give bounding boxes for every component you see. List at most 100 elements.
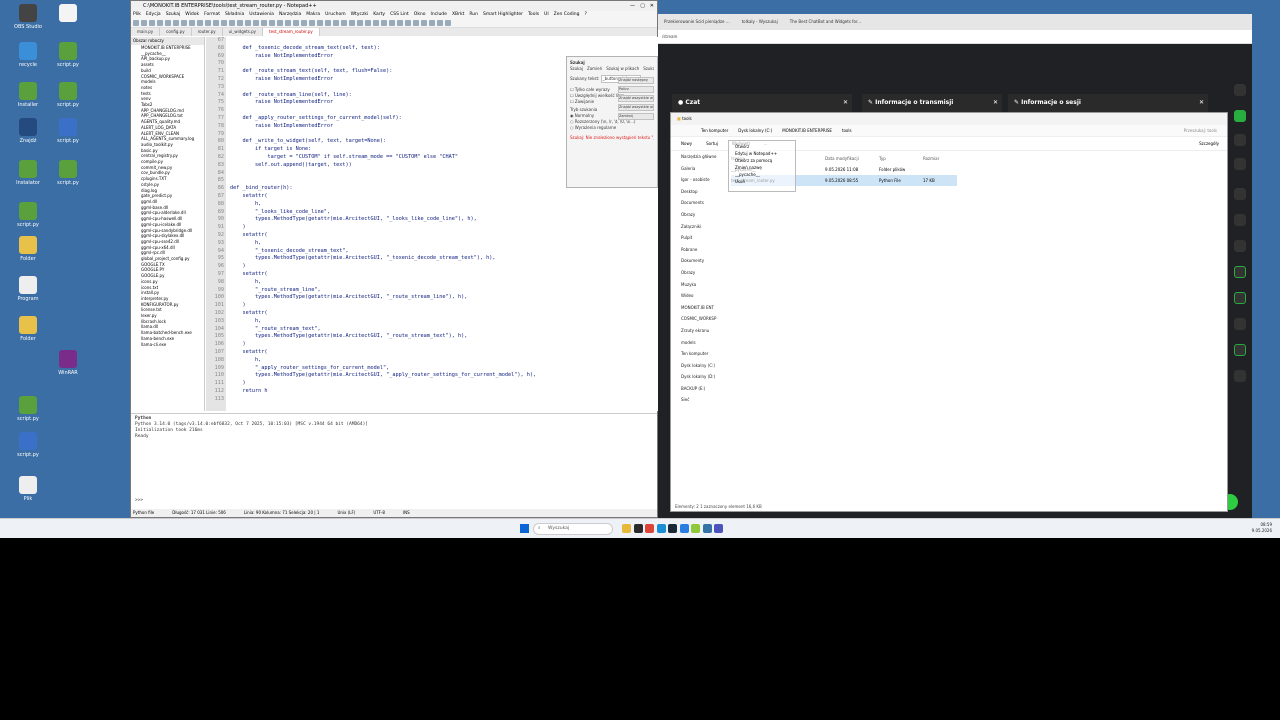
desktop-icon[interactable]: Program (8, 276, 48, 302)
nav-item[interactable]: Sieć (681, 394, 727, 406)
details-button[interactable]: Szczegóły (1199, 137, 1219, 150)
desktop-icon[interactable]: script.py (8, 396, 48, 422)
menu-item[interactable]: Widok (185, 12, 199, 17)
menu-item[interactable]: Okno (414, 12, 426, 17)
toolbar-button-icon[interactable] (309, 20, 315, 26)
desktop-icon[interactable]: OBS Studio (8, 4, 48, 30)
dialog-button[interactable]: Znajdź wszystkie w bieżącym dokumencie (618, 95, 654, 102)
toolbar-button-icon[interactable] (317, 20, 323, 26)
maximize-icon[interactable]: ▢ (640, 1, 645, 11)
python-icon[interactable] (702, 524, 712, 533)
toolbar-button-icon[interactable] (141, 20, 147, 26)
desktop-icon[interactable]: Folder (8, 236, 48, 262)
context-menu-item[interactable]: Edytuj w Notepad++ (735, 150, 789, 157)
info-icon[interactable] (1234, 84, 1246, 96)
toolbar-button-icon[interactable] (405, 20, 411, 26)
desktop-icon[interactable]: recycle (8, 42, 48, 68)
menu-item[interactable]: UI (544, 12, 549, 17)
store-icon[interactable] (679, 524, 689, 533)
menu-item[interactable]: Karty (373, 12, 385, 17)
column-header[interactable]: Typ (879, 153, 923, 164)
dialog-button[interactable]: Znajdź wszystkie we wszystkich otwartych… (618, 104, 654, 111)
browser-tab[interactable]: The Best ChatBot and Widgets for... (784, 14, 867, 30)
desktop-icon[interactable]: script.py (48, 160, 88, 186)
find-dialog[interactable]: Szukaj Szukaj Zamień Szukaj w plikach Szuka… (566, 56, 658, 188)
desktop-icon[interactable] (48, 4, 88, 24)
code-icon[interactable] (1234, 292, 1246, 304)
nav-item[interactable]: Dokumenty (681, 255, 727, 267)
dialog-tab[interactable]: Szukaj w plikach (606, 66, 639, 71)
npp-title-bar[interactable]: C:\MONOKIT.IB ENTERPRISE\tools\test_stre… (131, 1, 657, 11)
dialog-tab[interactable]: Zamień (587, 66, 602, 71)
menu-item[interactable]: Szukaj (166, 12, 181, 17)
nav-item[interactable]: Załączniki (681, 221, 727, 233)
chrome-icon[interactable] (645, 524, 654, 533)
menu-item[interactable]: Uruchom (325, 12, 345, 17)
nav-item[interactable]: Obrazy (681, 267, 727, 279)
nav-item[interactable]: Dysk lokalny (C:) (681, 360, 727, 372)
context-menu-item[interactable]: __pycache__ (735, 171, 789, 178)
browser-tab[interactable] (867, 14, 879, 30)
toolbar-button-icon[interactable] (381, 20, 387, 26)
nav-item[interactable]: Wideo (681, 290, 727, 302)
menu-item[interactable]: Run (469, 12, 478, 17)
breadcrumb-item[interactable]: Dysk lokalny (C:) (738, 125, 772, 136)
column-header[interactable]: Rozmiar (923, 153, 953, 164)
toolbar-button-icon[interactable] (189, 20, 195, 26)
toolbar-button-icon[interactable] (293, 20, 299, 26)
dialog-tab[interactable]: Szukaj w projektach (643, 66, 654, 71)
file-row[interactable]: __pycache__ 9.05.2026 11:08 Folder plików (731, 164, 1221, 175)
notepadpp-icon[interactable] (691, 524, 700, 533)
menu-item[interactable]: Format (204, 12, 220, 17)
editor-tab[interactable]: router.py (192, 28, 223, 36)
close-icon[interactable] (1234, 158, 1246, 170)
toolbar-button-icon[interactable] (149, 20, 155, 26)
breadcrumb-item[interactable]: MONOKIT.IB ENTERPRISE (782, 125, 832, 136)
desktop-icon[interactable]: script.py (8, 432, 48, 458)
toolbar-button-icon[interactable] (357, 20, 363, 26)
dialog-button[interactable]: Zamknij (618, 113, 654, 120)
explorer-icon[interactable] (622, 524, 631, 533)
toolbar-button-icon[interactable] (197, 20, 203, 26)
nav-item[interactable]: Muzyka (681, 279, 727, 291)
toolbar-button-icon[interactable] (205, 20, 211, 26)
desktop-icon[interactable]: WinRAR (48, 350, 88, 376)
menu-item[interactable]: Makra (306, 12, 320, 17)
menu-item[interactable]: Tools (528, 12, 539, 17)
nav-item[interactable]: models (681, 337, 727, 349)
nav-item[interactable]: Zrzuty ekranu (681, 325, 727, 337)
toolbar-button-icon[interactable] (133, 20, 139, 26)
nav-item[interactable]: Igor - osobiste (681, 174, 727, 186)
taskview-icon[interactable] (633, 524, 643, 533)
menu-item[interactable]: Ustawienia (249, 12, 274, 17)
toolbar-button-icon[interactable] (325, 20, 331, 26)
context-menu[interactable]: Otwórz Edytuj w Notepad++ Otwórz za pomocą… (728, 140, 796, 192)
toolbar-button-icon[interactable] (261, 20, 267, 26)
steam-icon[interactable] (668, 524, 677, 533)
menu-item[interactable]: CSS Lint (390, 12, 409, 17)
nav-item[interactable]: Desktop (681, 186, 727, 198)
nav-item[interactable]: Ten komputer (681, 348, 727, 360)
close-icon[interactable]: ✕ (843, 94, 848, 112)
toolbar-button-icon[interactable] (245, 20, 251, 26)
toolbar-button-icon[interactable] (181, 20, 187, 26)
document-icon[interactable] (1234, 240, 1246, 252)
toolbar-button-icon[interactable] (429, 20, 435, 26)
toolbar-button-icon[interactable] (213, 20, 219, 26)
start-button[interactable] (520, 524, 529, 533)
console-prompt[interactable]: >>> (135, 498, 143, 504)
nav-item[interactable]: Documents (681, 197, 727, 209)
toolbar-button-icon[interactable] (237, 20, 243, 26)
toolbar-button-icon[interactable] (397, 20, 403, 26)
nav-item[interactable]: Narzędzia główne (681, 151, 727, 163)
clock[interactable]: 08:59 9.05.2026 (1252, 522, 1272, 534)
toolbar-button-icon[interactable] (165, 20, 171, 26)
desktop-icon[interactable]: Plik (8, 476, 48, 502)
toolbar-button-icon[interactable] (333, 20, 339, 26)
lightning-icon[interactable] (1234, 214, 1246, 226)
toolbar-button-icon[interactable] (229, 20, 235, 26)
dialog-button[interactable]: Znajdź następny (618, 77, 654, 84)
menu-item[interactable]: Narzędzia (279, 12, 301, 17)
toolbar-button-icon[interactable] (373, 20, 379, 26)
context-menu-item[interactable]: Otwórz za pomocą (735, 157, 789, 164)
